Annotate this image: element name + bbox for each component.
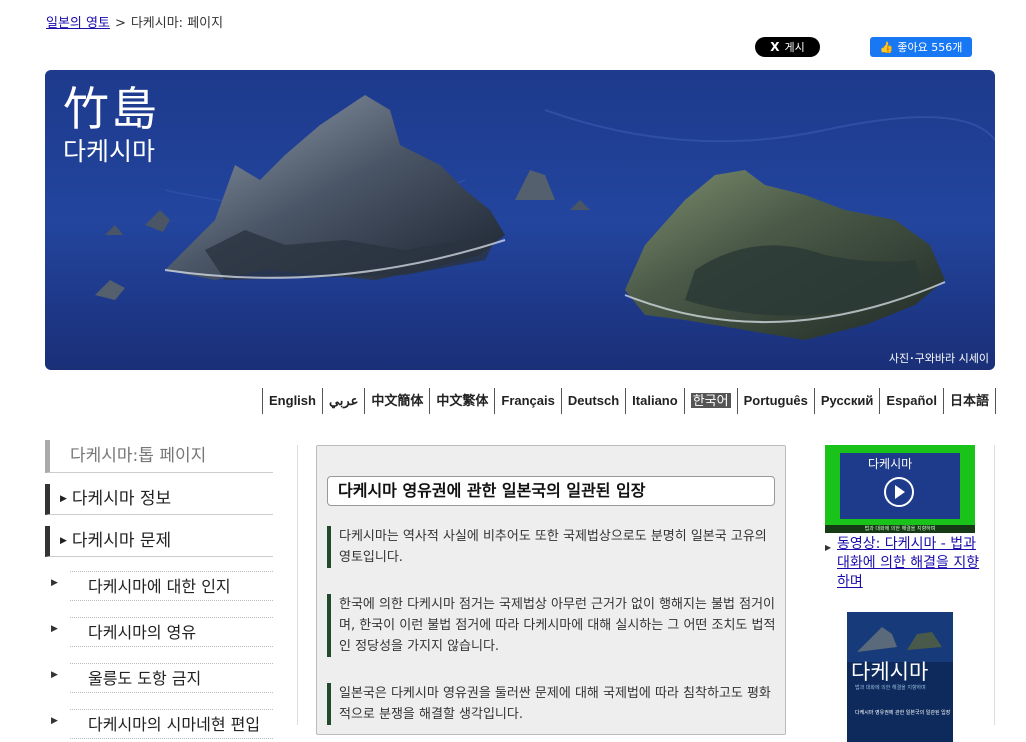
sidebar-subitem-label: 다케시마의 영유 (70, 617, 273, 647)
sidebar-item-top-page[interactable]: 다케시마:톱 페이지 (45, 440, 273, 473)
like-count-label: 좋아요 556개 (897, 41, 963, 54)
sidebar-subitem-incorporation[interactable]: ▶ 다케시마의 시마네현 편입 (45, 709, 273, 740)
breadcrumb: 일본의 영토 > 다케시마: 페이지 (46, 12, 223, 31)
video-title: 다케시마 (868, 457, 913, 471)
video-link-text[interactable]: 동영상: 다케시마 - 법과 대화에 의한 해결을 지향하며 (837, 536, 979, 590)
island-photo (45, 70, 995, 370)
sidebar-item-issue-label: 다케시마 문제 (71, 531, 172, 551)
triangle-right-icon: ▶ (51, 670, 58, 680)
column-divider (297, 445, 298, 725)
sidebar-subitem-label: 다케시마의 시마네현 편입 (70, 709, 273, 739)
paragraph-3: 일본국은 다케시마 영유권을 둘러싼 문제에 대해 국제법에 따라 침착하고도 … (327, 683, 779, 725)
sidebar-item-issue[interactable]: ▶ 다케시마 문제 (45, 526, 273, 557)
pamphlet-island-image (847, 612, 953, 662)
paragraph-2: 한국에 의한 다케시마 점거는 국제법상 아무런 근거가 없이 행해지는 불법 … (327, 594, 779, 657)
lang-russian[interactable]: Русский (813, 388, 880, 414)
sidebar-subitem-recognition[interactable]: ▶ 다케시마에 대한 인지 (45, 571, 273, 602)
hero-title: 竹島 다케시마 (63, 80, 159, 166)
video-thumbnail[interactable]: 다케시마 법과 대화에 의한 해결을 지향하며 (825, 445, 975, 533)
lang-japanese[interactable]: 日本語 (942, 388, 996, 414)
lang-korean[interactable]: 한국어 (683, 388, 737, 414)
lang-english[interactable]: English (262, 388, 322, 414)
sidebar-item-info[interactable]: ▶ 다케시마 정보 (45, 484, 273, 515)
sidebar-subitem-label: 다케시마에 대한 인지 (70, 571, 273, 601)
video-caption: 법과 대화에 의한 해결을 지향하며 (825, 525, 975, 533)
pamphlet-cover[interactable]: 다케시마 법과 대화에 의한 해결을 지향하며 다케시마 영유권에 관한 일본국… (847, 612, 953, 742)
lang-arabic[interactable]: عربي (321, 388, 364, 414)
triangle-right-icon: ▶ (51, 716, 58, 726)
triangle-right-icon: ▶ (51, 578, 58, 588)
hero-title-kanji: 竹島 (63, 82, 159, 136)
thumbs-up-icon: 👍 (879, 40, 894, 54)
lang-spanish[interactable]: Español (879, 388, 943, 414)
sidebar-subitem-label: 울릉도 도항 금지 (70, 663, 273, 693)
video-preview: 다케시마 (840, 453, 960, 519)
lang-chinese-simplified[interactable]: 中文簡体 (364, 388, 429, 414)
sidebar-item-info-label: 다케시마 정보 (71, 489, 172, 509)
lang-italian[interactable]: Italiano (625, 388, 684, 414)
photo-credit: 사진･구와바라 시세이 (888, 352, 989, 365)
sidebar-nav: 다케시마:톱 페이지 ▶ 다케시마 정보 ▶ 다케시마 문제 ▶ 다케시마에 대한 … (45, 440, 273, 740)
x-logo-icon: X (770, 40, 780, 54)
main-title: 다케시마 영유권에 관한 일본국의 일관된 입장 (327, 476, 775, 506)
breadcrumb-separator: > (114, 16, 126, 31)
sidebar-subitem-ulleungdo-ban[interactable]: ▶ 울릉도 도항 금지 (45, 663, 273, 694)
lang-french[interactable]: Français (494, 388, 560, 414)
column-divider (994, 445, 995, 725)
breadcrumb-home-link[interactable]: 일본의 영토 (46, 16, 110, 31)
x-post-button[interactable]: X 게시 (755, 37, 820, 57)
triangle-right-icon: ▶ (51, 624, 58, 634)
main-content-panel: 다케시마 영유권에 관한 일본국의 일관된 입장 다케시마는 역사적 사실에 비… (316, 445, 786, 735)
triangle-right-icon: ▶ (825, 543, 832, 552)
language-selector: English عربي 中文簡体 中文繁体 Français Deutsch … (262, 388, 996, 414)
lang-german[interactable]: Deutsch (560, 388, 625, 414)
breadcrumb-current: 다케시마: 페이지 (130, 16, 224, 31)
right-column: 다케시마 법과 대화에 의한 해결을 지향하며 ▶ 동영상: 다케시마 - 법과… (825, 445, 985, 742)
hero-banner: 竹島 다케시마 사진･구와바라 시세이 (45, 70, 995, 370)
paragraph-1: 다케시마는 역사적 사실에 비추어도 또한 국제법상으로도 분명히 일본국 고유… (327, 526, 779, 568)
sidebar-subitem-sovereignty[interactable]: ▶ 다케시마의 영유 (45, 617, 273, 648)
facebook-like-button[interactable]: 👍 좋아요 556개 (870, 37, 972, 57)
triangle-right-icon: ▶ (60, 494, 67, 504)
lang-chinese-traditional[interactable]: 中文繁体 (429, 388, 494, 414)
lang-portuguese[interactable]: Português (736, 388, 814, 414)
x-post-label: 게시 (784, 41, 805, 54)
pamphlet-subtitle: 법과 대화에 의한 해결을 지향하며 (855, 685, 926, 691)
video-link: ▶ 동영상: 다케시마 - 법과 대화에 의한 해결을 지향하며 (825, 535, 985, 592)
triangle-right-icon: ▶ (60, 536, 67, 546)
pamphlet-title: 다케시마 (851, 660, 929, 684)
pamphlet-blurb: 다케시마 영유권에 관한 일본국의 일관된 입장 (855, 710, 951, 716)
hero-title-korean: 다케시마 (63, 137, 156, 166)
play-icon (884, 477, 914, 507)
